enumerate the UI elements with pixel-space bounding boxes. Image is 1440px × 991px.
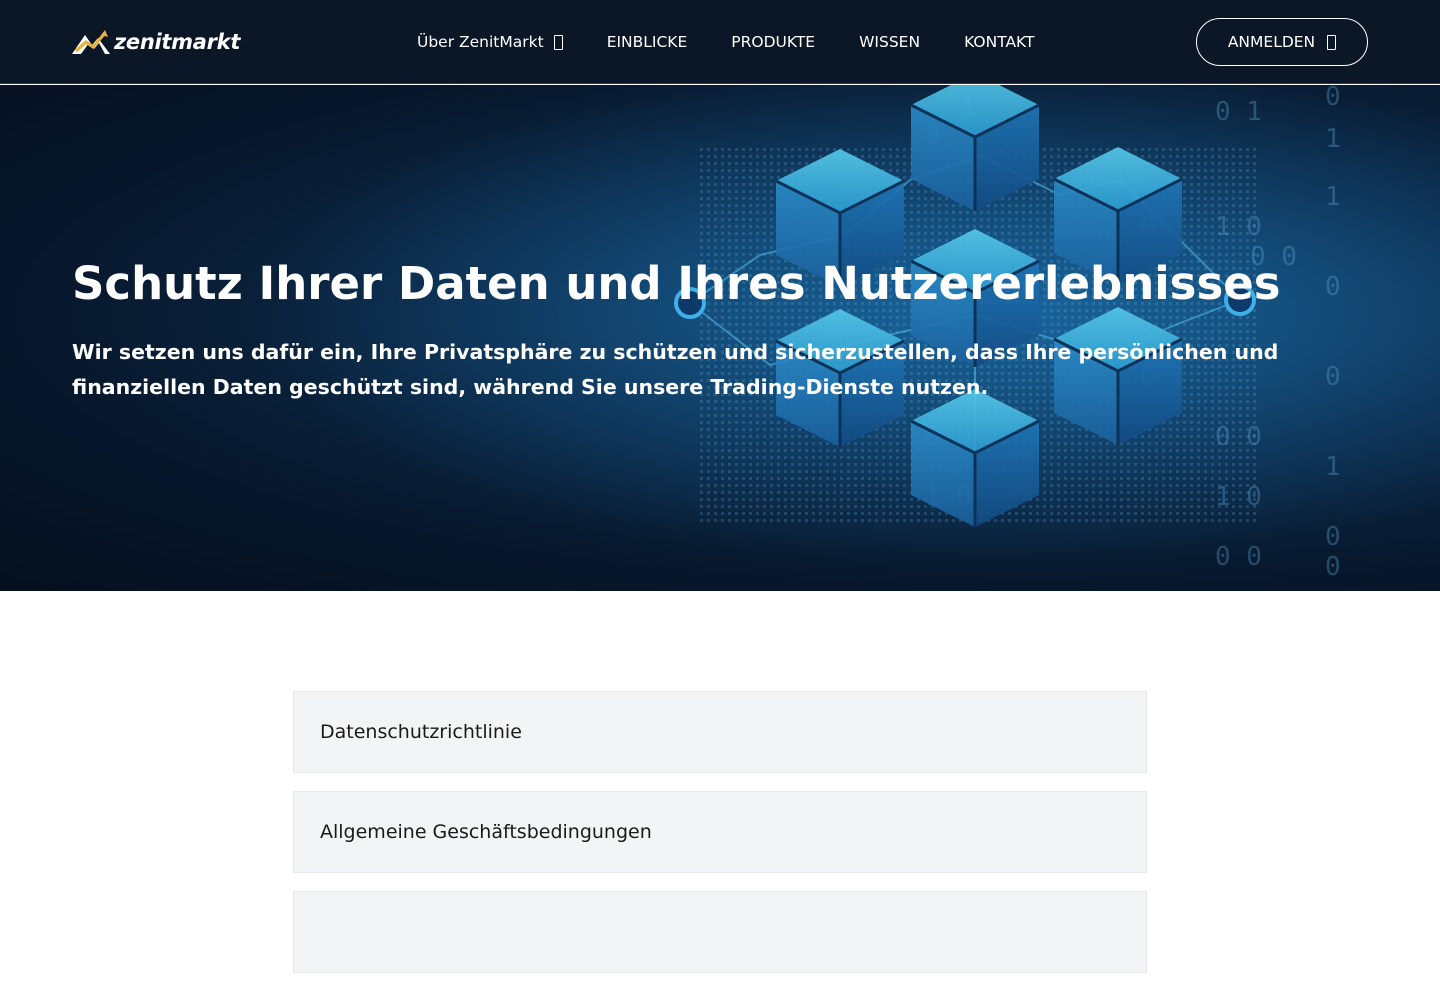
accordion-item-partial[interactable] — [293, 891, 1147, 973]
svg-text:0 0: 0 0 — [1215, 422, 1262, 452]
chevron-down-icon — [553, 34, 563, 50]
svg-text:0: 0 — [1325, 552, 1341, 582]
nav-item-label: KONTAKT — [964, 33, 1035, 51]
nav-item-products[interactable]: PRODUKTE — [731, 33, 815, 51]
logo[interactable]: zenitmarkt — [72, 28, 240, 56]
login-button-label: ANMELDEN — [1227, 33, 1316, 51]
accordion-item-terms[interactable]: Allgemeine Geschäftsbedingungen — [293, 791, 1147, 873]
svg-text:1 0: 1 0 — [1215, 482, 1262, 512]
login-arrow-icon — [1327, 34, 1337, 50]
svg-text:1: 1 — [1325, 124, 1341, 154]
svg-text:0 1: 0 1 — [1215, 97, 1262, 127]
main-nav: Über ZenitMarkt EINBLICKE PRODUKTE WISSE… — [417, 0, 1079, 84]
nav-item-label: Über ZenitMarkt — [417, 33, 544, 51]
svg-text:0: 0 — [1325, 522, 1341, 552]
accordion-item-label: Datenschutzrichtlinie — [320, 721, 522, 743]
hero-banner: 0 11 0 0 01 0 0 00 11 00 10 00 10 0 1 00… — [0, 85, 1440, 591]
svg-text:1: 1 — [1325, 182, 1341, 212]
svg-text:1: 1 — [1325, 452, 1341, 482]
nav-item-contact[interactable]: KONTAKT — [964, 33, 1034, 51]
accordion-item-label: Allgemeine Geschäftsbedingungen — [320, 821, 652, 843]
logo-text: zenitmarkt — [114, 30, 241, 54]
legal-accordion: Datenschutzrichtlinie Allgemeine Geschäf… — [293, 691, 1147, 991]
nav-item-label: WISSEN — [859, 33, 921, 51]
nav-item-label: EINBLICKE — [606, 33, 688, 51]
nav-item-label: PRODUKTE — [731, 33, 816, 51]
nav-item-about[interactable]: Über ZenitMarkt — [417, 33, 563, 51]
page-title: Schutz Ihrer Daten und Ihres Nutzererleb… — [72, 257, 1281, 310]
svg-text:0: 0 — [1325, 85, 1341, 112]
site-header: zenitmarkt Über ZenitMarkt EINBLICKE PRO… — [0, 0, 1440, 84]
nav-item-knowledge[interactable]: WISSEN — [859, 33, 920, 51]
hero-subtitle: Wir setzen uns dafür ein, Ihre Privatsph… — [72, 340, 1279, 399]
login-button[interactable]: ANMELDEN — [1196, 18, 1368, 66]
mountain-chart-icon — [72, 30, 110, 54]
svg-text:0 0: 0 0 — [1215, 542, 1262, 572]
accordion-item-privacy-policy[interactable]: Datenschutzrichtlinie — [293, 691, 1147, 773]
svg-text:1 0: 1 0 — [1215, 212, 1262, 242]
nav-item-insights[interactable]: EINBLICKE — [607, 33, 688, 51]
